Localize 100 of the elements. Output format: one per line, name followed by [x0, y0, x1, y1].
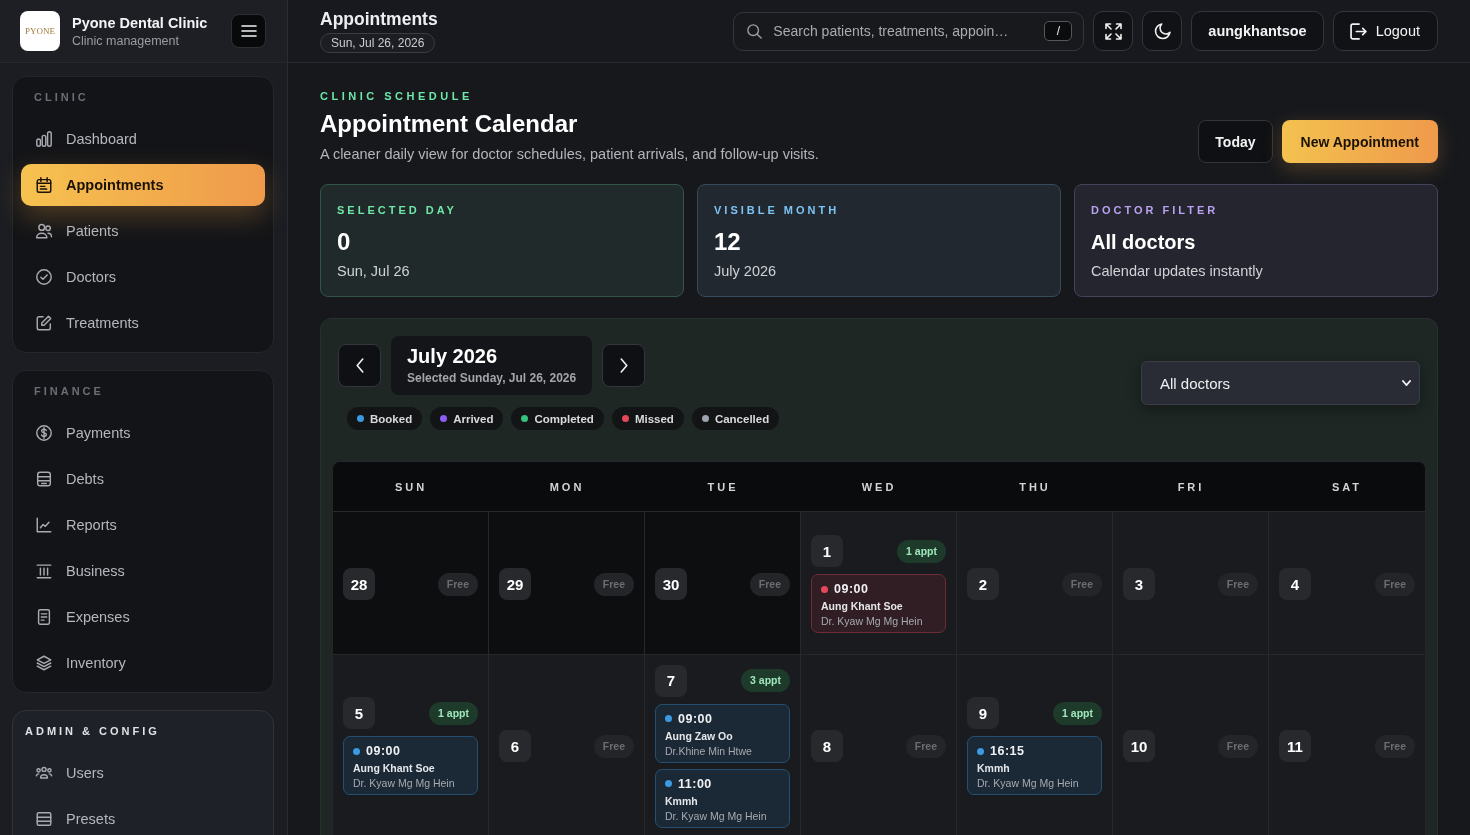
free-label: Free — [1374, 734, 1415, 758]
nav-item[interactable]: Inventory — [21, 642, 265, 684]
doctor-select[interactable]: All doctors — [1141, 361, 1420, 405]
calendar-icon — [35, 176, 53, 194]
logout-icon — [1349, 22, 1367, 40]
patient-name: Aung Khant Soe — [821, 599, 904, 613]
doctor-name: Dr. Kyaw Mg Mg Hein — [821, 614, 924, 628]
menu-button[interactable] — [231, 14, 266, 48]
calendar-heading: Appointment Calendar — [320, 110, 579, 138]
stat-label: DOCTOR FILTER — [1091, 204, 1220, 217]
stat-note: Sun, Jul 26 — [337, 262, 411, 280]
stat-label: VISIBLE MONTH — [714, 204, 841, 217]
day-number: 8 — [811, 730, 843, 762]
panel-icon — [35, 810, 53, 828]
patient-name: Kmmh — [977, 761, 1011, 775]
free-label: Free — [749, 572, 790, 596]
today-button[interactable]: Today — [1198, 120, 1273, 163]
legend-label: Completed — [534, 412, 594, 425]
patient-name: Aung Zaw Oo — [665, 728, 734, 743]
appointment-count: 1 appt — [897, 539, 946, 563]
calendar-day[interactable]: 30 Free — [645, 512, 801, 654]
day-number: 1 — [811, 535, 843, 567]
nav-item[interactable]: Expenses — [21, 596, 265, 638]
section-label: ADMIN & CONFIG — [24, 725, 161, 737]
nav-item[interactable]: Patients — [21, 210, 265, 252]
nav-item[interactable]: Users — [21, 752, 265, 794]
day-number: 3 — [1123, 568, 1155, 600]
check-circle-icon — [35, 268, 53, 286]
free-label: Free — [905, 734, 946, 758]
legend-label: Cancelled — [714, 412, 770, 425]
fullscreen-button[interactable] — [1093, 11, 1134, 51]
nav-item[interactable]: Appointments — [21, 164, 265, 206]
month-title: July 2026 — [407, 344, 499, 368]
day-number: 5 — [343, 697, 375, 729]
chevron-down-icon — [1402, 380, 1411, 386]
day-number: 6 — [499, 730, 531, 762]
appointment-time: 16:15 — [990, 743, 1025, 759]
moon-icon — [1153, 22, 1171, 40]
appointment-count: 1 appt — [429, 701, 478, 725]
weekday-label: MON — [549, 480, 585, 493]
doctor-name: Dr. Kyaw Mg Mg Hein — [353, 776, 456, 790]
section-label: CLINIC — [33, 91, 90, 103]
weekday-label: SUN — [394, 480, 428, 493]
stat-note: Calendar updates instantly — [1091, 262, 1264, 280]
shortcut-key: / — [1044, 21, 1073, 41]
day-number: 9 — [967, 697, 999, 729]
theme-toggle-button[interactable] — [1142, 11, 1183, 51]
stat-value: All doctors — [1091, 230, 1197, 255]
nav-item[interactable]: Dashboard — [21, 118, 265, 160]
bar-chart-icon — [35, 130, 53, 148]
calendar-day[interactable]: 28 Free — [333, 512, 489, 654]
free-label: Free — [437, 572, 478, 596]
appointment-card[interactable]: 09:00 Aung Khant Soe Dr. Kyaw Mg Mg Hein — [811, 574, 946, 633]
new-appointment-button[interactable]: New Appointment — [1281, 120, 1438, 163]
appointment-card[interactable]: 09:00 Aung Zaw Oo Dr.Khine Min Htwe — [655, 703, 790, 763]
nav-item[interactable]: Reports — [21, 504, 265, 546]
nav-item[interactable]: Debts — [21, 458, 265, 500]
stat-value: 12 — [714, 228, 742, 256]
weekday-label: WED — [861, 480, 897, 493]
nav-item[interactable]: Presets — [21, 798, 265, 835]
users-icon — [35, 222, 53, 240]
nav-item[interactable]: Business — [21, 550, 265, 592]
search-icon — [747, 23, 763, 39]
appointment-time: 09:00 — [834, 581, 869, 597]
nav-item[interactable]: Treatments — [21, 302, 265, 344]
layers-icon — [35, 654, 53, 672]
day-number: 4 — [1279, 568, 1311, 600]
section-eyebrow: CLINIC SCHEDULE — [320, 90, 474, 103]
nav-item[interactable]: Doctors — [21, 256, 265, 298]
weekday-label: FRI — [1177, 480, 1205, 493]
stat-value: 0 — [337, 228, 352, 256]
logout-button[interactable]: Logout — [1332, 11, 1438, 51]
archive-icon — [35, 470, 53, 488]
free-label: Free — [1217, 572, 1258, 596]
free-label: Free — [593, 734, 634, 758]
columns-icon — [35, 562, 53, 580]
appointment-card[interactable]: 11:00 Kmmh Dr. Kyaw Mg Mg Hein — [655, 768, 790, 828]
legend-label: Missed — [634, 412, 674, 425]
free-label: Free — [1217, 734, 1258, 758]
appointment-count: 3 appt — [741, 669, 790, 692]
doctor-name: Dr. Kyaw Mg Mg Hein — [665, 808, 768, 823]
line-chart-icon — [35, 516, 53, 534]
calendar-day[interactable]: 29 Free — [489, 512, 645, 654]
appointment-card[interactable]: 16:15 Kmmh Dr. Kyaw Mg Mg Hein — [967, 736, 1102, 795]
appointment-count: 1 appt — [1053, 701, 1102, 725]
appointment-card[interactable]: 09:00 Aung Khant Soe Dr. Kyaw Mg Mg Hein — [343, 736, 478, 795]
patient-name: Kmmh — [665, 793, 699, 808]
day-number: 29 — [499, 568, 531, 600]
weekday-label: THU — [1019, 480, 1051, 493]
day-number: 30 — [655, 568, 687, 600]
weekday-label: TUE — [707, 480, 739, 493]
dollar-icon — [35, 424, 53, 442]
patient-name: Aung Khant Soe — [353, 761, 436, 775]
user-button[interactable]: aungkhantsoe — [1191, 11, 1324, 51]
doctor-name: Dr. Kyaw Mg Mg Hein — [977, 776, 1080, 790]
nav-item[interactable]: Payments — [21, 412, 265, 454]
date-chip: Sun, Jul 26, 2026 — [320, 33, 436, 53]
group-icon — [35, 764, 53, 782]
chevron-right-icon — [619, 358, 628, 373]
chevron-left-icon — [355, 358, 364, 373]
